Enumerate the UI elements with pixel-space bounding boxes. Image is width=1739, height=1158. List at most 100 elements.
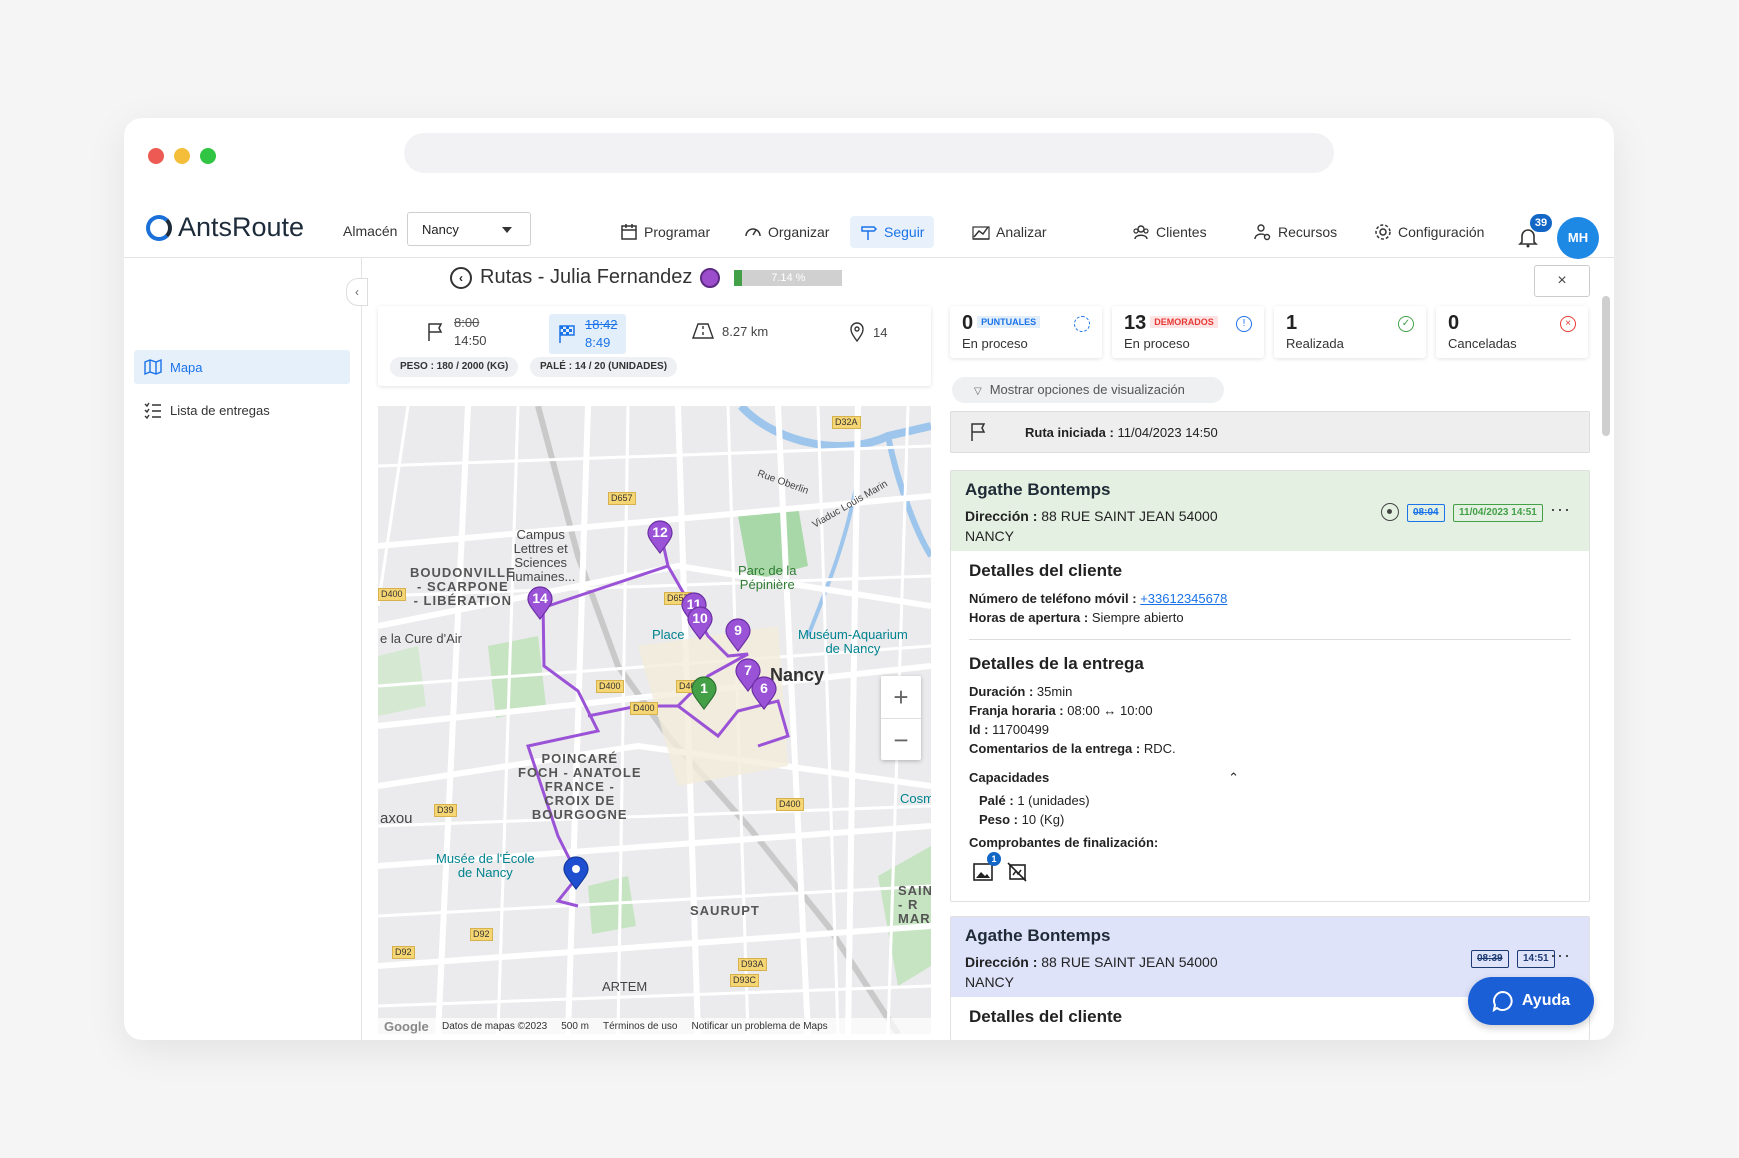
nav-configuracion[interactable]: Configuración (1364, 216, 1494, 248)
zoom-out-button[interactable]: − (881, 718, 921, 760)
map-label-saurupt: SAURUPT (690, 903, 760, 918)
map-label-cure: e la Cure d'Air (380, 631, 462, 646)
window-controls (148, 148, 216, 164)
road-tag: D400 (596, 680, 624, 693)
delivery-card: Agathe Bontemps Dirección : 88 RUE SAINT… (950, 470, 1590, 902)
map-icon (144, 358, 162, 376)
divider (969, 639, 1571, 640)
map-marker[interactable]: 6 (750, 676, 778, 710)
more-options-icon[interactable]: ··· (1550, 945, 1571, 966)
start-real: 14:50 (454, 333, 487, 348)
zoom-in-button[interactable]: + (881, 676, 921, 718)
slot-value: 08:00 ↔ 10:00 (1067, 703, 1153, 718)
distance-value: 8.27 km (722, 323, 769, 339)
route-started-value: 11/04/2023 14:50 (1117, 424, 1218, 440)
road-tag: D92 (470, 928, 493, 941)
minimize-window-icon[interactable] (174, 148, 190, 164)
filter-icon: ▽ (974, 386, 982, 397)
marker-number: 12 (652, 524, 668, 540)
capacities-toggle[interactable]: Capacidades ⌃ (969, 768, 1239, 787)
pale-label: Palé : (979, 793, 1014, 808)
end-planned: 18:42 (585, 317, 618, 332)
logo-text: AntsRoute (178, 212, 305, 242)
map-label-poincare: POINCARÉ FOCH - ANATOLE FRANCE - CROIX D… (518, 751, 642, 822)
proof-title: Comprobantes de finalización: (969, 835, 1159, 850)
peso-value: 10 (Kg) (1021, 812, 1065, 827)
map-marker[interactable]: 14 (526, 586, 554, 620)
peso-label: Peso : (979, 812, 1019, 827)
route-started-label: Ruta iniciada : (1025, 424, 1114, 440)
close-button[interactable]: × (1534, 265, 1590, 297)
proof-count-badge: 1 (987, 852, 1001, 866)
gauge-icon (745, 228, 761, 237)
road-icon (692, 323, 714, 339)
loading-icon (1074, 316, 1090, 332)
map-label-place: Place (652, 627, 685, 642)
help-button[interactable]: Ayuda (1468, 977, 1594, 1025)
chevron-up-icon: ⌃ (1228, 770, 1239, 785)
map-label-laxou: axou (380, 810, 413, 827)
maximize-window-icon[interactable] (200, 148, 216, 164)
map-attribution: Datos de mapas ©2023 (442, 1020, 548, 1032)
map-marker[interactable]: 1 (690, 676, 718, 710)
map-marker[interactable]: 9 (724, 618, 752, 652)
nav-label: Configuración (1398, 224, 1485, 240)
delivery-header[interactable]: Agathe Bontemps Dirección : 88 RUE SAINT… (951, 471, 1589, 551)
route-progress-bar: 7.14 % (734, 269, 843, 286)
map-report-link[interactable]: Notificar un problema de Maps (692, 1021, 828, 1032)
road-tag: D400 (776, 798, 804, 811)
scrollbar[interactable] (1602, 296, 1610, 436)
route-map[interactable]: Campus Lettres et Sciences Humaines... B… (378, 406, 931, 1034)
map-terms-link[interactable]: Términos de uso (603, 1021, 677, 1032)
nav-programar[interactable]: Programar (610, 216, 720, 248)
flag-icon (971, 423, 986, 441)
address-value: 88 RUE SAINT JEAN 54000 (1041, 508, 1218, 524)
route-started-banner: Ruta iniciada : 11/04/2023 14:50 (950, 411, 1590, 453)
stat-realizada[interactable]: 1 Realizada ✓ (1274, 306, 1426, 358)
nav-clientes[interactable]: Clientes (1122, 216, 1217, 248)
almacen-select[interactable]: Nancy (407, 212, 531, 246)
chevron-down-icon (502, 227, 512, 233)
id-value: 11700499 (992, 722, 1049, 737)
warehouse-marker[interactable] (562, 856, 590, 890)
map-marker[interactable]: 12 (646, 520, 674, 554)
map-label-boudonville: BOUDONVILLE - SCARPONE - LIBÉRATION (410, 565, 516, 608)
signature-off-icon[interactable] (1007, 862, 1027, 882)
close-window-icon[interactable] (148, 148, 164, 164)
map-label-cosm: Cosm (900, 791, 931, 806)
map-label-museum: Muséum-Aquarium de Nancy (798, 627, 908, 656)
logo[interactable]: AntsRoute (146, 212, 304, 243)
map-marker[interactable]: 10 (686, 606, 714, 640)
stat-label: En proceso (1124, 336, 1190, 351)
id-label: Id : (969, 722, 989, 737)
browser-window: AntsRoute Almacén Nancy Programar Organi… (124, 118, 1614, 1040)
avatar[interactable]: MH (1557, 217, 1599, 259)
hours-value: Siempre abierto (1091, 610, 1184, 625)
more-options-icon[interactable]: ··· (1550, 499, 1571, 520)
display-options-button[interactable]: ▽ Mostrar opciones de visualización (952, 377, 1224, 403)
delivery-client-name: Agathe Bontemps (965, 926, 1111, 945)
sidebar-item-lista[interactable]: Lista de entregas (134, 393, 350, 427)
google-logo: Google (384, 1018, 429, 1034)
back-icon[interactable]: ‹ (450, 266, 472, 289)
phone-label: Número de teléfono móvil : (969, 591, 1137, 606)
stat-tag: DEMORADOS (1150, 316, 1218, 328)
stat-demorados[interactable]: 13 DEMORADOS En proceso ! (1112, 306, 1264, 358)
signpost-icon (861, 226, 878, 240)
nav-organizar[interactable]: Organizar (734, 216, 839, 248)
nav-recursos[interactable]: Recursos (1244, 216, 1347, 248)
almacen-value: Nancy (422, 222, 459, 237)
pin-icon (850, 322, 864, 342)
road-tag: D93A (738, 958, 767, 971)
stat-puntuales[interactable]: 0 PUNTUALES En proceso (950, 306, 1102, 358)
map-footer: Google Datos de mapas ©2023 500 m Términ… (378, 1018, 931, 1034)
sidebar-item-mapa[interactable]: Mapa (134, 350, 350, 384)
stat-canceladas[interactable]: 0 Canceladas × (1436, 306, 1588, 358)
client-details: Detalles del cliente Número de teléfono … (951, 551, 1589, 884)
nav-analizar[interactable]: Analizar (962, 216, 1057, 248)
info-icon: ! (1236, 316, 1252, 332)
address-bar[interactable] (404, 133, 1334, 173)
phone-link[interactable]: +33612345678 (1140, 591, 1227, 606)
nav-seguir[interactable]: Seguir (850, 216, 935, 248)
collapse-sidebar-button[interactable]: ‹ (346, 278, 368, 306)
